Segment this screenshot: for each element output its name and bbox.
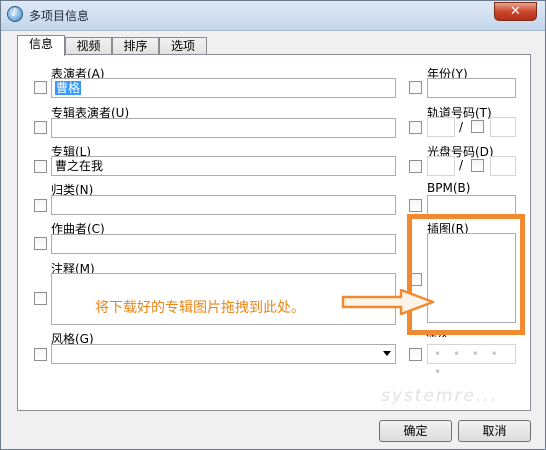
disc-number-field[interactable] — [427, 156, 455, 176]
genre-dropdown[interactable] — [51, 344, 396, 364]
genre-checkbox[interactable] — [34, 348, 47, 361]
annotation-hint-text: 将下载好的专辑图片拖拽到此处。 — [95, 300, 305, 316]
close-button[interactable]: ✕ — [494, 2, 537, 21]
ok-button[interactable]: 确定 — [379, 420, 452, 442]
track-number-field[interactable] — [427, 117, 455, 137]
rating-stars[interactable]: • • • • • — [427, 344, 516, 379]
track-separator: / — [459, 120, 464, 134]
tab-info[interactable]: 信息 — [17, 35, 65, 56]
comments-checkbox[interactable] — [34, 292, 47, 305]
grouping-field[interactable] — [51, 195, 396, 215]
grouping-checkbox[interactable] — [34, 199, 47, 212]
track-count-checkbox[interactable] — [471, 120, 484, 133]
artist-field[interactable]: 曹格 — [51, 78, 396, 98]
tab-options[interactable]: 选项 — [159, 37, 207, 55]
multi-item-info-window: 多项目信息 ✕ 信息 视频 排序 选项 表演者(A) 曹格 专辑表演者(U) 专… — [0, 0, 546, 450]
year-checkbox[interactable] — [409, 81, 422, 94]
cancel-button[interactable]: 取消 — [458, 420, 531, 442]
disc-checkbox[interactable] — [409, 160, 422, 173]
album-artist-field[interactable] — [51, 118, 396, 138]
composer-checkbox[interactable] — [34, 237, 47, 250]
tab-sorting[interactable]: 排序 — [112, 37, 159, 55]
track-count-field[interactable] — [490, 117, 516, 137]
bpm-checkbox[interactable] — [409, 199, 422, 212]
artist-checkbox[interactable] — [34, 81, 47, 94]
rating-checkbox[interactable] — [409, 348, 422, 361]
arrow-right-icon — [341, 289, 435, 315]
title-bar[interactable]: 多项目信息 ✕ — [1, 1, 545, 31]
bpm-field[interactable] — [427, 195, 516, 215]
track-checkbox[interactable] — [409, 121, 422, 134]
chevron-down-icon[interactable] — [383, 351, 391, 356]
year-field[interactable] — [427, 78, 516, 98]
itunes-icon — [7, 6, 23, 22]
disc-count-field[interactable] — [490, 156, 516, 176]
disc-separator: / — [459, 158, 464, 172]
tab-video[interactable]: 视频 — [65, 37, 112, 55]
bpm-label: BPM(B) — [427, 181, 471, 195]
album-checkbox[interactable] — [34, 160, 47, 173]
album-artist-checkbox[interactable] — [34, 121, 47, 134]
composer-field[interactable] — [51, 234, 396, 254]
disc-count-checkbox[interactable] — [471, 159, 484, 172]
window-title: 多项目信息 — [29, 9, 90, 23]
watermark: systemre... — [381, 386, 499, 406]
artwork-highlight-box — [407, 214, 525, 335]
album-field[interactable]: 曹之在我 — [51, 156, 396, 176]
